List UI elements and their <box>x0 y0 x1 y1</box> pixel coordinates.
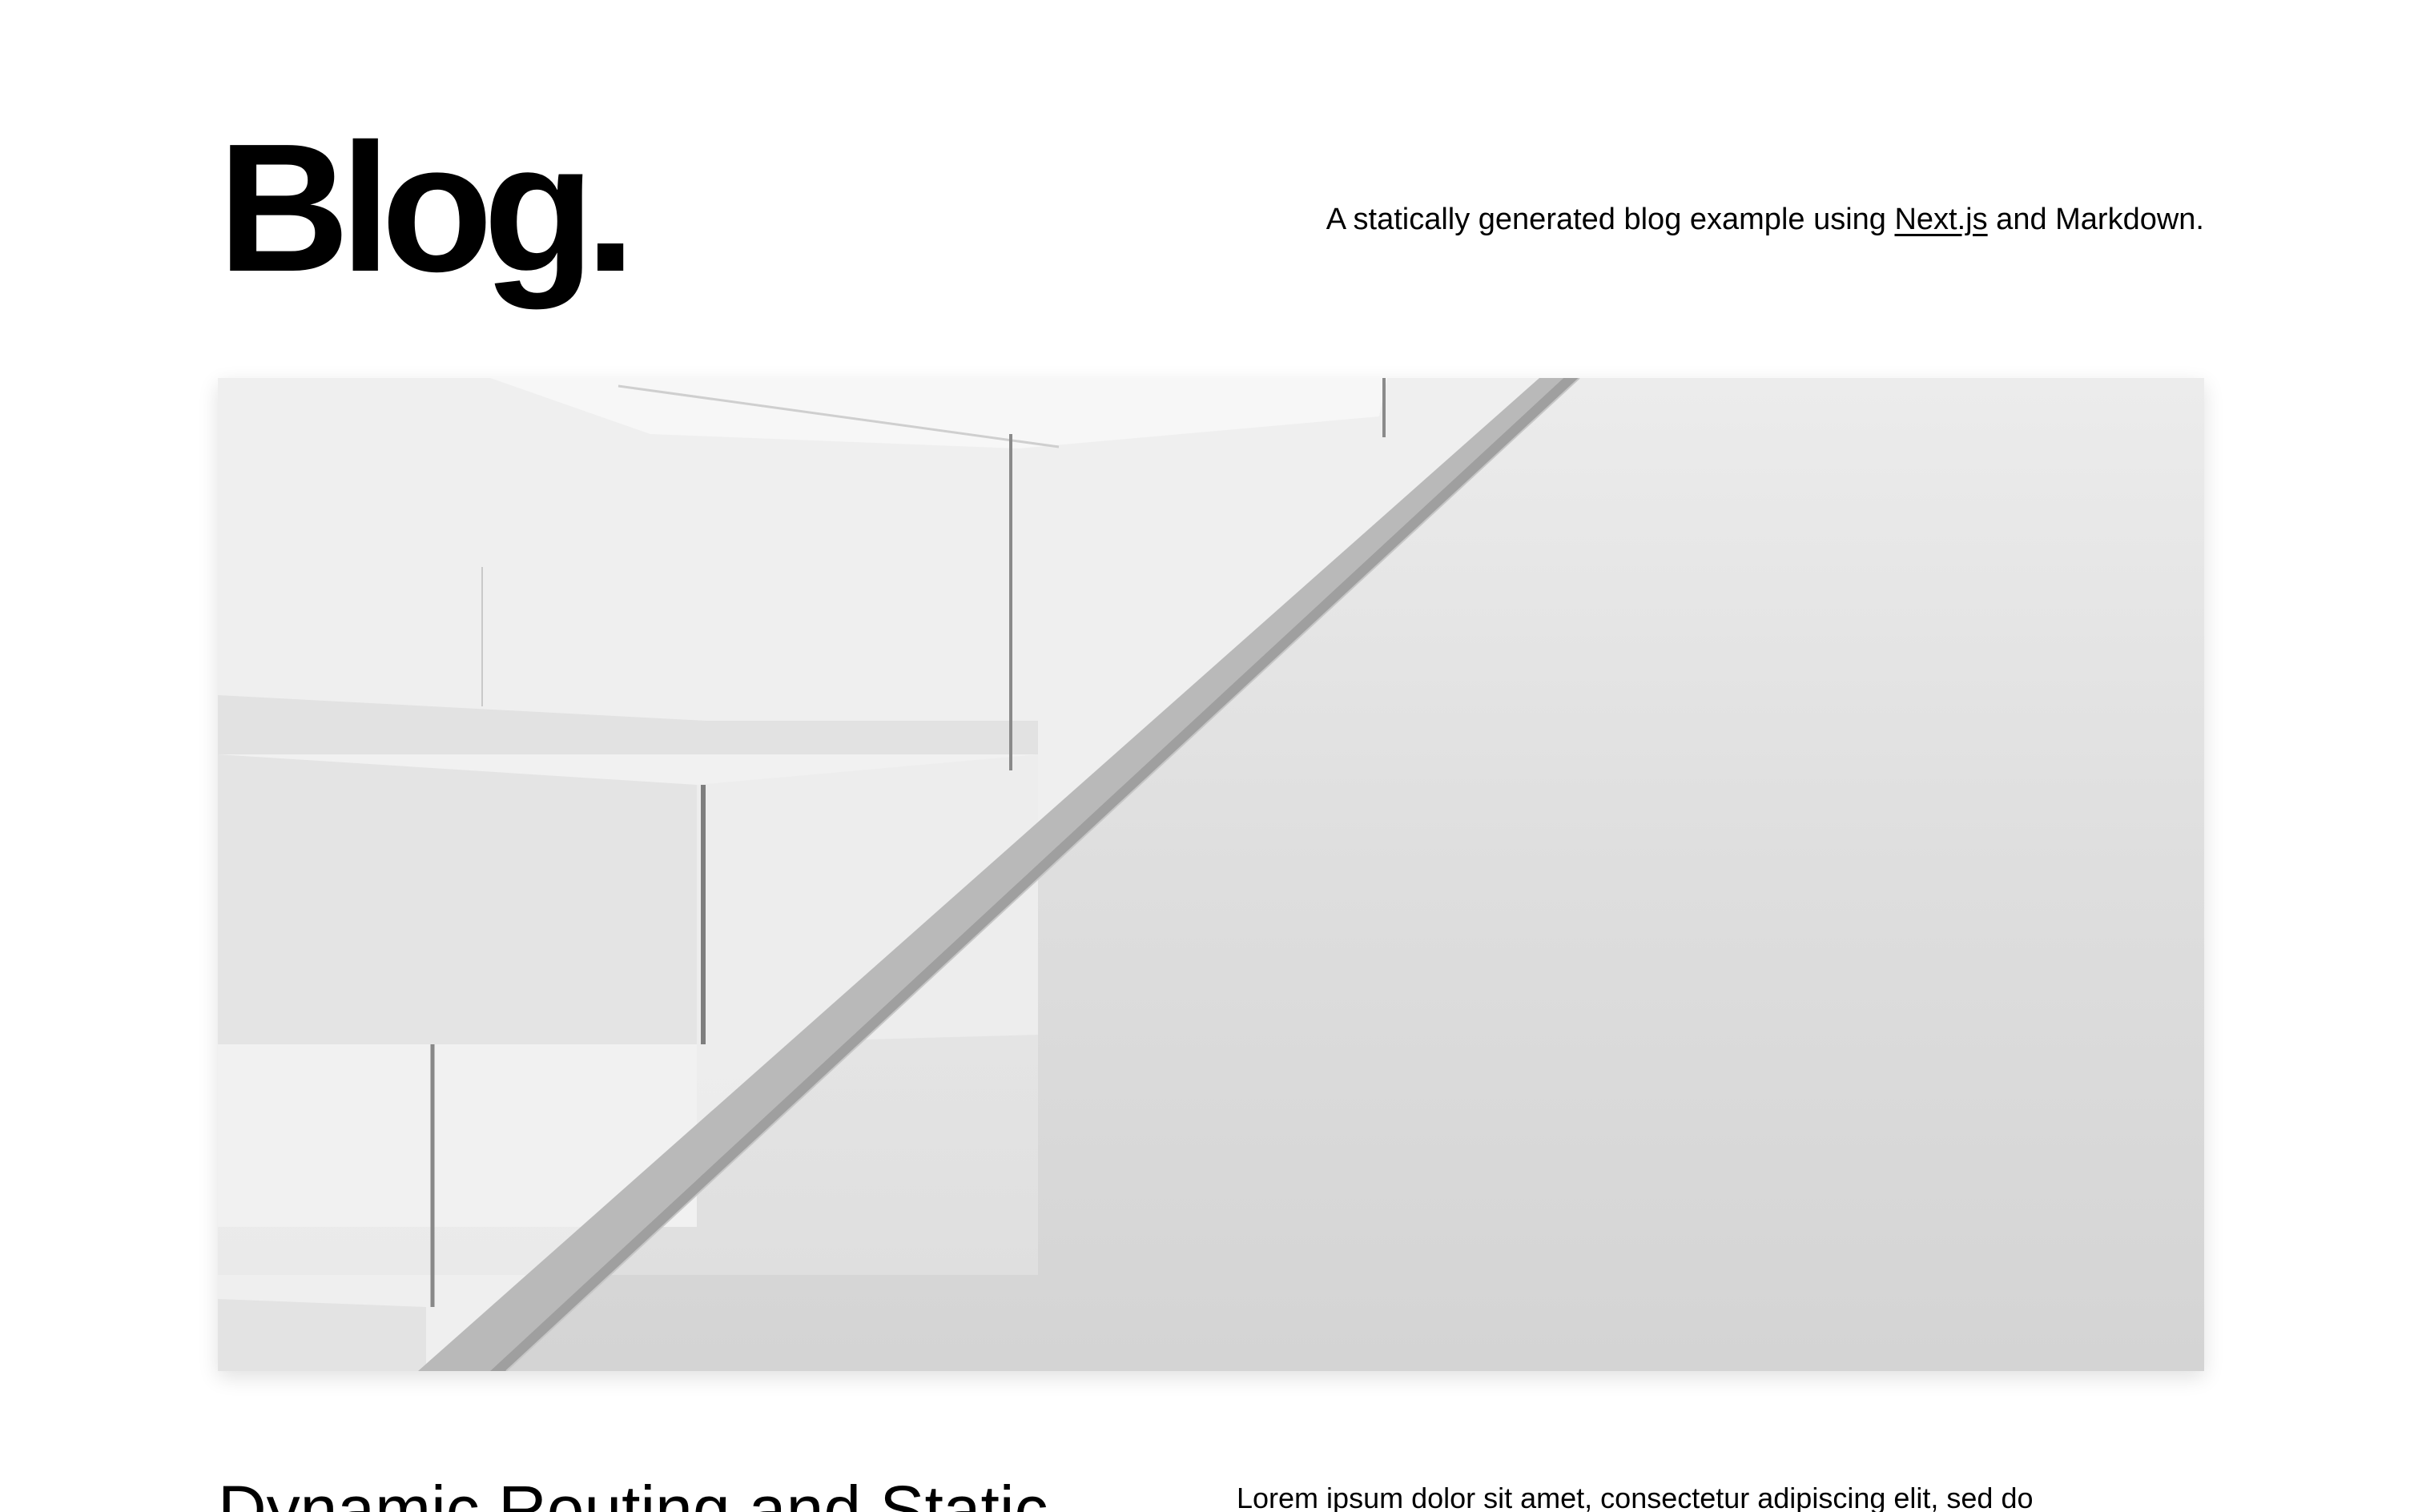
blog-title: Blog. <box>218 107 636 310</box>
nextjs-link[interactable]: Next.js <box>1894 203 1987 236</box>
staircase-illustration <box>218 378 2204 1371</box>
page-header: Blog. A statically generated blog exampl… <box>218 112 2204 304</box>
tagline-suffix: and Markdown. <box>1987 203 2204 236</box>
hero-post-excerpt: Lorem ipsum dolor sit amet, consectetur … <box>1237 1482 2034 1512</box>
blog-tagline: A statically generated blog example usin… <box>1326 195 2204 243</box>
hero-post-title[interactable]: Dynamic Routing and Static <box>218 1466 1048 1512</box>
hero-cover-image[interactable] <box>218 378 2204 1371</box>
tagline-prefix: A statically generated blog example usin… <box>1326 203 1895 236</box>
